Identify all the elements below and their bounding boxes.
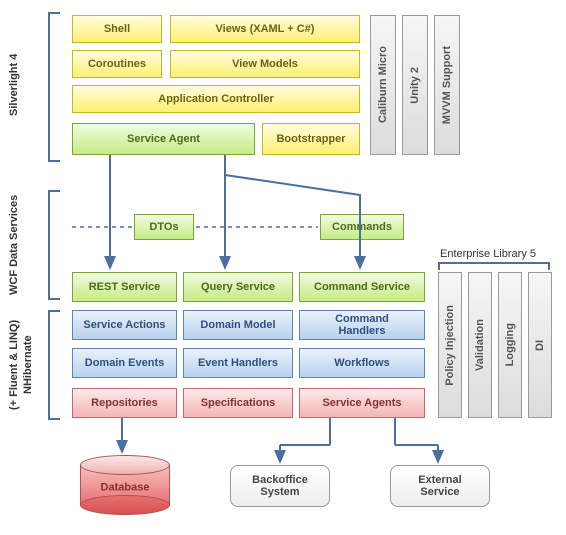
section-nhibernate-1: NHibernate <box>22 310 34 420</box>
box-backoffice: Backoffice System <box>230 465 330 507</box>
box-shell: Shell <box>72 15 162 43</box>
box-mvvm: MVVM Support <box>434 15 460 155</box>
box-coroutines: Coroutines <box>72 50 162 78</box>
box-bootstrapper: Bootstrapper <box>262 123 360 155</box>
box-unity: Unity 2 <box>402 15 428 155</box>
box-views: Views (XAML + C#) <box>170 15 360 43</box>
box-domainevents: Domain Events <box>72 348 177 378</box>
box-repositories: Repositories <box>72 388 177 418</box>
bracket-entlib <box>438 262 550 270</box>
box-validation: Validation <box>468 272 492 418</box>
section-nhibernate-2: (+ Fluent & LINQ) <box>8 310 20 420</box>
box-eventhandlers: Event Handlers <box>183 348 293 378</box>
box-rest: REST Service <box>72 272 177 302</box>
box-policyinjection: Policy Injection <box>438 272 462 418</box>
section-entlib: Enterprise Library 5 <box>440 248 536 260</box>
box-viewmodels: View Models <box>170 50 360 78</box>
box-appcontroller: Application Controller <box>72 85 360 113</box>
cylinder-database: Database <box>80 455 170 515</box>
box-serviceagent: Service Agent <box>72 123 255 155</box>
box-di: DI <box>528 272 552 418</box>
bracket-silverlight <box>48 12 60 162</box>
box-serviceagents: Service Agents <box>299 388 425 418</box>
box-specifications: Specifications <box>183 388 293 418</box>
box-external: External Service <box>390 465 490 507</box>
box-serviceactions: Service Actions <box>72 310 177 340</box>
box-domainmodel: Domain Model <box>183 310 293 340</box>
box-logging: Logging <box>498 272 522 418</box>
box-dtos: DTOs <box>134 214 194 240</box>
box-commandservice: Command Service <box>299 272 425 302</box>
bracket-wcf <box>48 190 60 300</box>
box-query: Query Service <box>183 272 293 302</box>
section-silverlight: Silverlight 4 <box>8 15 20 155</box>
bracket-nhibernate <box>48 310 60 420</box>
section-wcf: WCF Data Services <box>8 190 20 300</box>
box-workflows: Workflows <box>299 348 425 378</box>
box-commandhandlers: Command Handlers <box>299 310 425 340</box>
box-commands: Commands <box>320 214 404 240</box>
box-caliburn: Caliburn Micro <box>370 15 396 155</box>
